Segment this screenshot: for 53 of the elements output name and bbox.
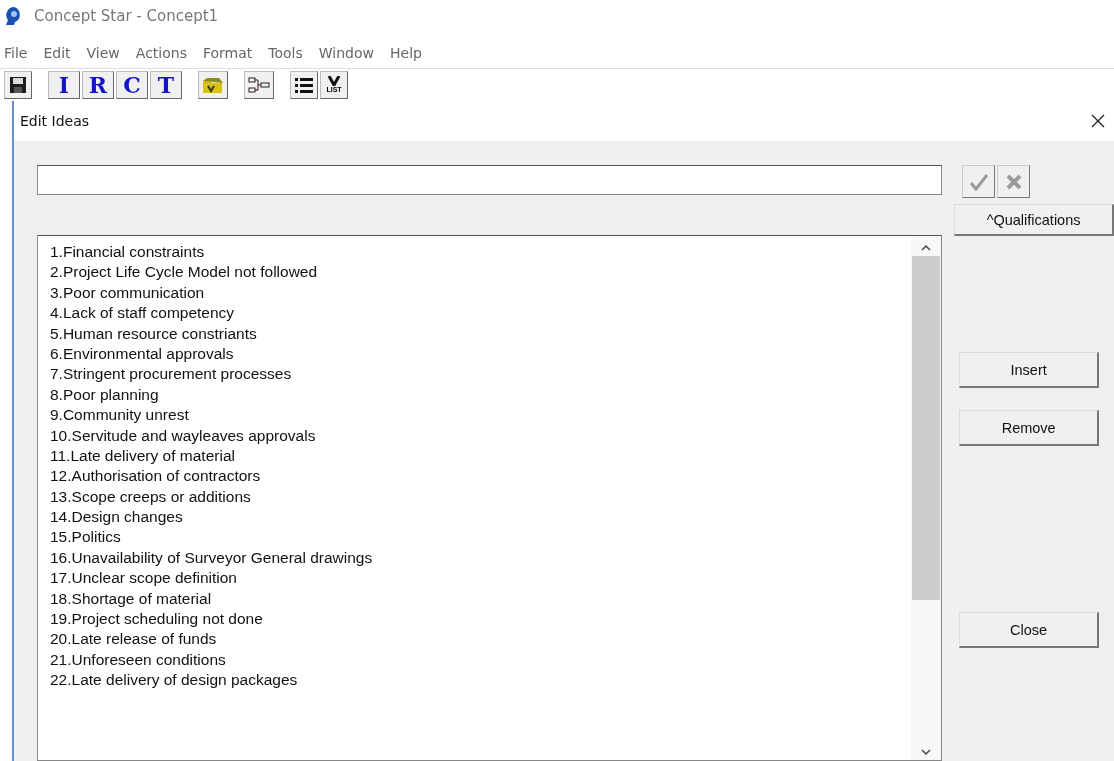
list-item[interactable]: 2.Project Life Cycle Model not followed	[50, 262, 912, 283]
menu-item[interactable]: Tools	[268, 45, 303, 61]
save-button[interactable]	[4, 71, 32, 99]
scroll-up-icon[interactable]	[920, 244, 933, 252]
list-item[interactable]: 13.Scope creeps or additions	[50, 486, 912, 508]
list-item[interactable]: 21.Unforeseen conditions	[50, 649, 912, 671]
idea-input-field[interactable]	[37, 165, 943, 195]
list-item[interactable]: 6.Environmental approvals	[50, 343, 912, 365]
list-item[interactable]: 19.Project scheduling not done	[50, 609, 912, 630]
list-item[interactable]: 12.Authorisation of contractors	[50, 466, 912, 487]
folder-icon[interactable]	[198, 71, 228, 99]
toolbar-button[interactable]: I	[48, 71, 80, 99]
list-item[interactable]: 17.Unclear scope definition	[50, 568, 912, 589]
dialog-title: Edit Ideas	[20, 113, 90, 129]
list-item[interactable]: 8.Poor planning	[50, 384, 912, 406]
list-item[interactable]: 16.Unavailability of Surveyor General drawings	[50, 547, 912, 569]
list-item[interactable]: 1.Financial constraints	[50, 242, 912, 263]
checkmark-icon	[968, 172, 989, 191]
list-item[interactable]: 4.Lack of staff competency	[50, 303, 912, 324]
close-button[interactable]: Close	[959, 612, 1100, 648]
remove-button[interactable]: Remove	[959, 410, 1100, 446]
list-item[interactable]: 22.Late delivery of design packages	[50, 670, 912, 691]
menu-item[interactable]: Window	[318, 45, 374, 61]
tree-icon[interactable]	[244, 71, 274, 99]
list-item[interactable]: 20.Late release of funds	[50, 629, 912, 650]
ideas-list[interactable]	[37, 235, 943, 761]
toolbar-button[interactable]: R	[82, 71, 114, 99]
insert-button[interactable]: Insert	[959, 352, 1100, 388]
menu-item[interactable]: View	[86, 45, 120, 61]
list-item[interactable]: 10.Servitude and wayleaves approvals	[50, 425, 912, 446]
list-item[interactable]: 11.Late delivery of material	[50, 445, 912, 467]
list-item[interactable]: 18.Shortage of material	[50, 588, 912, 610]
list-item[interactable]: 5.Human resource constriants	[50, 323, 912, 344]
menu-item[interactable]: Format	[202, 45, 253, 61]
toolbar-button[interactable]: T	[150, 71, 182, 99]
menu-item[interactable]: Help	[390, 45, 422, 61]
list-icon[interactable]	[290, 71, 318, 99]
qualifications-button[interactable]: ^Qualifications	[954, 204, 1114, 236]
cross-icon	[1004, 172, 1023, 191]
list-item[interactable]: 3.Poor communication	[50, 282, 912, 304]
list-item[interactable]: 14.Design changes	[50, 507, 912, 528]
list-item[interactable]: 15.Politics	[50, 527, 912, 548]
window-title: Concept Star - Concept1	[34, 7, 219, 25]
menu-item[interactable]: Actions	[135, 45, 187, 61]
menu-item[interactable]: Edit	[43, 45, 71, 61]
menu-item[interactable]: File	[4, 45, 28, 61]
list-item[interactable]: 9.Community unrest	[50, 405, 912, 426]
toolbar-button[interactable]: C	[116, 71, 148, 99]
chevron-down-icon	[327, 76, 341, 86]
close-icon[interactable]	[1090, 113, 1106, 129]
list-item[interactable]: 7.Stringent procurement processes	[50, 364, 912, 385]
scrollbar[interactable]	[911, 236, 942, 760]
scroll-down-icon[interactable]	[920, 748, 933, 756]
